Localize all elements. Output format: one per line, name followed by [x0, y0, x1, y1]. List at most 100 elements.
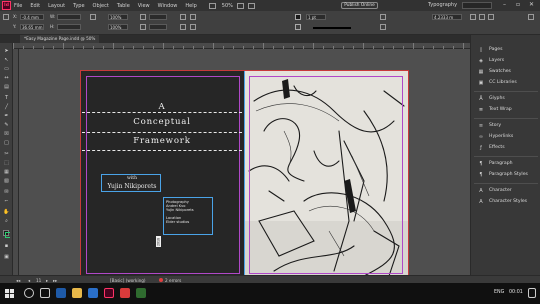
panel-paragraph-styles[interactable]: ¶ Paragraph Styles: [478, 172, 528, 178]
stroke-type-selector[interactable]: [313, 27, 351, 29]
first-page-icon[interactable]: ◂◂: [16, 278, 20, 283]
workspace-switcher[interactable]: Typography: [428, 2, 457, 8]
task-view-icon[interactable]: [40, 288, 50, 298]
maximize-icon[interactable]: ▫: [516, 1, 520, 8]
next-page-icon[interactable]: ▸: [46, 278, 48, 283]
document-tab[interactable]: *Easy Magazine Page.indd @ 50%: [20, 35, 100, 43]
rotation-field[interactable]: [149, 14, 167, 20]
select-container-icon[interactable]: [180, 24, 186, 30]
panel-text-wrap[interactable]: ≣ Text Wrap: [478, 107, 512, 113]
close-icon[interactable]: ✕: [529, 1, 534, 8]
panel-story[interactable]: ≡ Story: [478, 123, 501, 129]
scissors-tool-icon[interactable]: ✂: [3, 151, 10, 157]
fill-swatch[interactable]: [295, 14, 301, 20]
flip-vertical-icon[interactable]: [190, 14, 196, 20]
panel-menu-icon[interactable]: [528, 14, 534, 20]
panel-glyphs[interactable]: Ä Glyphs: [478, 96, 505, 102]
view-options-icon[interactable]: [236, 2, 244, 9]
select-content-icon[interactable]: [190, 24, 196, 30]
column-width-field[interactable]: 4.2333 m: [432, 14, 462, 20]
windows-start-icon[interactable]: [5, 289, 14, 298]
pencil-tool-icon[interactable]: ✎: [3, 122, 10, 128]
minimize-icon[interactable]: –: [503, 1, 506, 8]
height-field[interactable]: [57, 24, 81, 30]
drop-shadow-icon[interactable]: [380, 14, 386, 20]
note-tool-icon[interactable]: ✉: [3, 189, 10, 195]
free-transform-tool-icon[interactable]: ⬚: [3, 160, 10, 166]
gradient-feather-icon[interactable]: ▧: [3, 178, 10, 184]
x-position-field[interactable]: -0.4 mm: [20, 14, 44, 20]
title-frame[interactable]: A Conceptual Framework: [82, 102, 242, 151]
menu-edit[interactable]: Edit: [30, 3, 40, 9]
adobe-stock-search-input[interactable]: [462, 2, 492, 9]
menu-object[interactable]: Object: [93, 3, 109, 9]
stroke-swatch[interactable]: [295, 24, 301, 30]
notifications-icon[interactable]: [528, 288, 536, 298]
rotate-icon[interactable]: [140, 14, 146, 20]
width-field[interactable]: [57, 14, 81, 20]
chrome-icon[interactable]: [120, 288, 130, 298]
rectangle-tool-icon[interactable]: □: [3, 140, 10, 146]
app-icon[interactable]: [136, 288, 146, 298]
hand-tool-icon[interactable]: ✋: [3, 209, 10, 215]
eyedropper-tool-icon[interactable]: ⌐: [3, 198, 10, 204]
menu-layout[interactable]: Layout: [48, 3, 65, 9]
stroke-weight-field[interactable]: 1 pt: [306, 14, 326, 20]
fx-icon[interactable]: [380, 24, 386, 30]
reference-point-icon[interactable]: [3, 14, 9, 20]
credits-frame[interactable]: Photography Andrei Kvo Yujin Nikiporets …: [163, 197, 213, 235]
edge-icon[interactable]: [56, 288, 66, 298]
bridge-icon[interactable]: [208, 2, 216, 9]
menu-view[interactable]: View: [138, 3, 150, 9]
type-tool-icon[interactable]: T: [3, 95, 10, 101]
panel-cc-libraries[interactable]: ▣ CC Libraries: [478, 80, 517, 86]
panel-hyperlinks[interactable]: ∞ Hyperlinks: [478, 134, 513, 140]
scale-x-field[interactable]: 100%: [108, 14, 128, 20]
file-explorer-icon[interactable]: [72, 288, 82, 298]
page-number-field[interactable]: 11: [36, 278, 41, 283]
shear-icon[interactable]: [140, 24, 146, 30]
panel-effects[interactable]: ƒ Effects: [478, 145, 505, 151]
selection-tool-icon[interactable]: ➤: [3, 48, 10, 54]
menu-type[interactable]: Type: [73, 3, 84, 9]
zoom-tool-icon[interactable]: ⌕: [3, 218, 10, 224]
flip-horizontal-icon[interactable]: [180, 14, 186, 20]
store-icon[interactable]: [88, 288, 98, 298]
apply-color-icon[interactable]: ▪: [3, 243, 10, 249]
menu-file[interactable]: File: [14, 3, 22, 9]
panel-paragraph[interactable]: ¶ Paragraph: [478, 161, 512, 167]
screen-mode-icon[interactable]: ▣: [3, 254, 10, 260]
text-wrap-bbox-icon[interactable]: [479, 14, 485, 20]
rectangle-frame-tool-icon[interactable]: ☒: [3, 131, 10, 137]
preflight-profile[interactable]: [Basic] (working): [110, 278, 146, 283]
fill-stroke-icon[interactable]: [3, 230, 10, 238]
panel-layers[interactable]: ◈ Layers: [478, 58, 504, 64]
panel-character-styles[interactable]: A Character Styles: [478, 199, 527, 205]
publish-online-button[interactable]: Publish Online: [341, 2, 378, 9]
text-wrap-shape-icon[interactable]: [488, 14, 494, 20]
content-collector-icon[interactable]: ▤: [3, 84, 10, 90]
author-frame[interactable]: with Yujin Nikiporets: [101, 174, 161, 192]
prev-page-icon[interactable]: ◂: [28, 278, 30, 283]
search-icon[interactable]: [24, 288, 34, 298]
panel-swatches[interactable]: ▦ Swatches: [478, 69, 511, 75]
clock[interactable]: 00:01: [509, 290, 523, 295]
shear-field[interactable]: [149, 24, 167, 30]
gradient-tool-icon[interactable]: ▦: [3, 169, 10, 175]
y-position-field[interactable]: 36.65 mm: [20, 24, 44, 30]
indesign-taskbar-icon[interactable]: [104, 288, 114, 298]
direct-selection-tool-icon[interactable]: ↖: [3, 57, 10, 63]
pen-tool-icon[interactable]: ✒: [3, 113, 10, 119]
page-tool-icon[interactable]: ▭: [3, 66, 10, 72]
language-indicator[interactable]: ENG: [494, 290, 504, 295]
menu-window[interactable]: Window: [158, 3, 178, 9]
menu-table[interactable]: Table: [117, 3, 130, 9]
constrain-proportions-icon[interactable]: [90, 14, 96, 20]
screen-mode-icon[interactable]: [247, 2, 255, 9]
scale-y-field[interactable]: 100%: [108, 24, 128, 30]
menu-help[interactable]: Help: [185, 3, 196, 9]
zoom-level[interactable]: 50%: [222, 3, 233, 9]
text-wrap-none-icon[interactable]: [470, 14, 476, 20]
panel-pages[interactable]: ▯ Pages: [478, 47, 503, 53]
preflight-errors[interactable]: 2 errors: [165, 278, 181, 283]
